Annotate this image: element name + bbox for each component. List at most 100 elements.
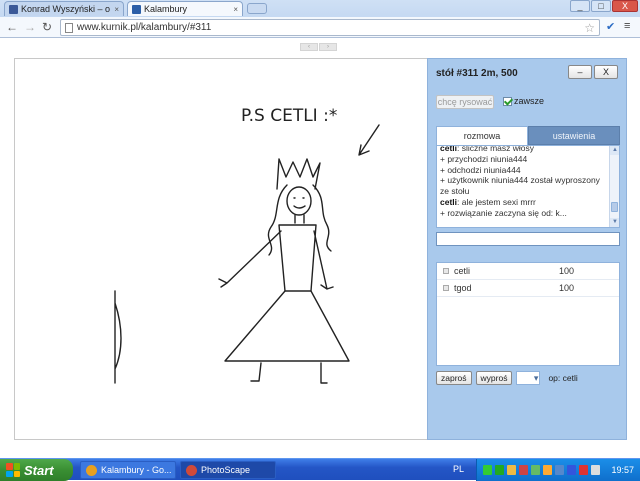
chat-user[interactable]: cetli (440, 197, 457, 207)
app-tray-icon[interactable] (519, 465, 528, 475)
always-checkbox[interactable]: zawsze (503, 96, 544, 106)
minimize-table-button[interactable]: – (568, 65, 592, 79)
app-tray-icon[interactable] (579, 465, 588, 475)
kick-button[interactable]: wyproś (475, 371, 513, 385)
maximize-window-button[interactable]: □ (591, 0, 611, 12)
taskbar-item-photoscape[interactable]: PhotoScape (180, 461, 276, 479)
chrome-icon (86, 464, 97, 476)
arm-left-stroke (218, 230, 282, 288)
chat-message: + odchodzi niunia444 (440, 165, 607, 176)
app-tray-icon[interactable] (531, 465, 540, 475)
bookmark-star-icon[interactable]: ☆ (584, 21, 595, 35)
game-panel: stół #311 2m, 500 – X chcę rysować zawsz… (427, 58, 627, 440)
drawing-canvas[interactable]: P.S CETLI :* (14, 58, 428, 440)
tab-title: Kalambury (144, 4, 188, 14)
language-indicator[interactable]: PL (453, 464, 464, 474)
drawing-svg: P.S CETLI :* (114, 106, 380, 384)
page-pager: ‹ › (300, 43, 337, 51)
pager-prev-button[interactable]: ‹ (300, 43, 318, 51)
browser-toolbar: ← → ↻ www.kurnik.pl/kalambury/#311 ☆ ✔ ≡ (0, 17, 640, 38)
tab-close-icon[interactable]: × (233, 5, 238, 14)
extension-icon[interactable]: ✔ (606, 20, 615, 33)
player-name: tgod (454, 283, 472, 293)
chat-text: + rozwiązanie zaczyna się od: k... (440, 207, 567, 218)
minimize-window-button[interactable]: _ (570, 0, 590, 12)
scroll-up-icon[interactable]: ▲ (610, 146, 619, 155)
bluetooth-icon[interactable] (567, 465, 576, 475)
chat-message: ze stołu (440, 186, 607, 197)
new-tab-button[interactable] (247, 3, 267, 14)
signal-icon[interactable] (495, 465, 504, 475)
chat-message: + rozwiązanie zaczyna się od: k... (440, 208, 607, 219)
kurnik-favicon-icon (132, 4, 141, 14)
player-name: cetli (454, 266, 471, 276)
system-tray: 19:57 (476, 459, 640, 481)
start-label: Start (24, 462, 54, 478)
checkmark-icon (503, 96, 512, 106)
app-tray-icon[interactable] (507, 465, 516, 475)
crown-stroke (276, 158, 321, 190)
scroll-thumb[interactable] (611, 202, 618, 212)
app-tray-icon[interactable] (555, 465, 564, 475)
start-button[interactable]: Start (0, 459, 73, 481)
chat-text: : śliczne masz włosy (457, 145, 535, 153)
mouth-stroke (293, 205, 306, 209)
table-title: stół #311 2m, 500 (436, 68, 518, 79)
pager-next-button[interactable]: › (319, 43, 337, 51)
player-select[interactable] (516, 371, 541, 385)
legs-stroke (250, 362, 328, 384)
chat-message: cetli: śliczne masz włosy (440, 145, 607, 154)
task-label: PhotoScape (201, 465, 251, 475)
arrow-stroke (358, 124, 380, 156)
tab-close-icon[interactable]: × (114, 5, 119, 14)
table-actions: zaproś wyproś op: cetli (436, 371, 578, 385)
chat-input[interactable] (437, 233, 619, 245)
invite-button[interactable]: zaproś (436, 371, 472, 385)
facebook-favicon-icon (9, 4, 18, 14)
player-score: 100 (559, 266, 575, 276)
player-status-icon (443, 268, 449, 274)
tab-chat[interactable]: rozmowa (436, 126, 528, 145)
chat-log: cetli: śliczne masz włosy + przychodzi ni… (436, 145, 620, 228)
want-to-draw-button[interactable]: chcę rysować (436, 95, 494, 109)
clock[interactable]: 19:57 (611, 465, 634, 475)
player-score: 100 (559, 283, 575, 293)
reload-icon[interactable]: ↻ (42, 20, 52, 34)
menu-icon[interactable]: ≡ (624, 20, 630, 32)
players-list: cetli 100 tgod 100 (436, 262, 620, 366)
volume-icon[interactable] (591, 465, 600, 475)
chat-message: + przychodzi niunia444 (440, 154, 607, 165)
chat-text: : ale jestem sexi mrrr (457, 196, 536, 207)
network-icon[interactable] (483, 465, 492, 475)
scroll-down-icon[interactable]: ▼ (610, 218, 619, 227)
chat-scrollbar[interactable]: ▲ ▼ (609, 146, 619, 227)
player-row[interactable]: cetli 100 (437, 263, 619, 280)
side-stroke (114, 290, 122, 384)
browser-tab-kalambury[interactable]: Kalambury × (127, 1, 243, 16)
chat-text: + użytkownik niunia444 został wyproszony (440, 175, 600, 186)
close-window-button[interactable]: X (612, 0, 638, 12)
taskbar-item-chrome[interactable]: Kalambury - Go... (80, 461, 176, 479)
app-tray-icon[interactable] (543, 465, 552, 475)
canvas-handwritten-text: P.S CETLI :* (241, 106, 337, 126)
chat-text: + przychodzi niunia444 (440, 153, 528, 164)
close-table-button[interactable]: X (594, 65, 618, 79)
address-bar[interactable]: www.kurnik.pl/kalambury/#311 ☆ (60, 19, 600, 36)
page-icon (65, 22, 73, 33)
browser-chrome: Konrad Wyszyński – o × Kalambury × _ □ X… (0, 0, 640, 38)
neck-stroke (294, 214, 305, 224)
panel-tabs: rozmowa ustawienia (436, 126, 620, 145)
chat-text: + odchodzi niunia444 (440, 164, 521, 175)
player-row[interactable]: tgod 100 (437, 280, 619, 297)
browser-tab-facebook[interactable]: Konrad Wyszyński – o × (4, 1, 124, 16)
arm-right-stroke (313, 230, 334, 290)
forward-arrow-icon[interactable]: → (24, 20, 36, 34)
chat-user[interactable]: cetli (440, 146, 457, 153)
task-label: Kalambury - Go... (101, 465, 172, 475)
tab-settings[interactable]: ustawienia (528, 126, 620, 145)
face-stroke (286, 186, 312, 216)
back-arrow-icon[interactable]: ← (6, 20, 18, 34)
chat-input-box[interactable] (436, 232, 620, 246)
photoscape-icon (186, 464, 197, 476)
chat-text: ze stołu (440, 186, 470, 197)
